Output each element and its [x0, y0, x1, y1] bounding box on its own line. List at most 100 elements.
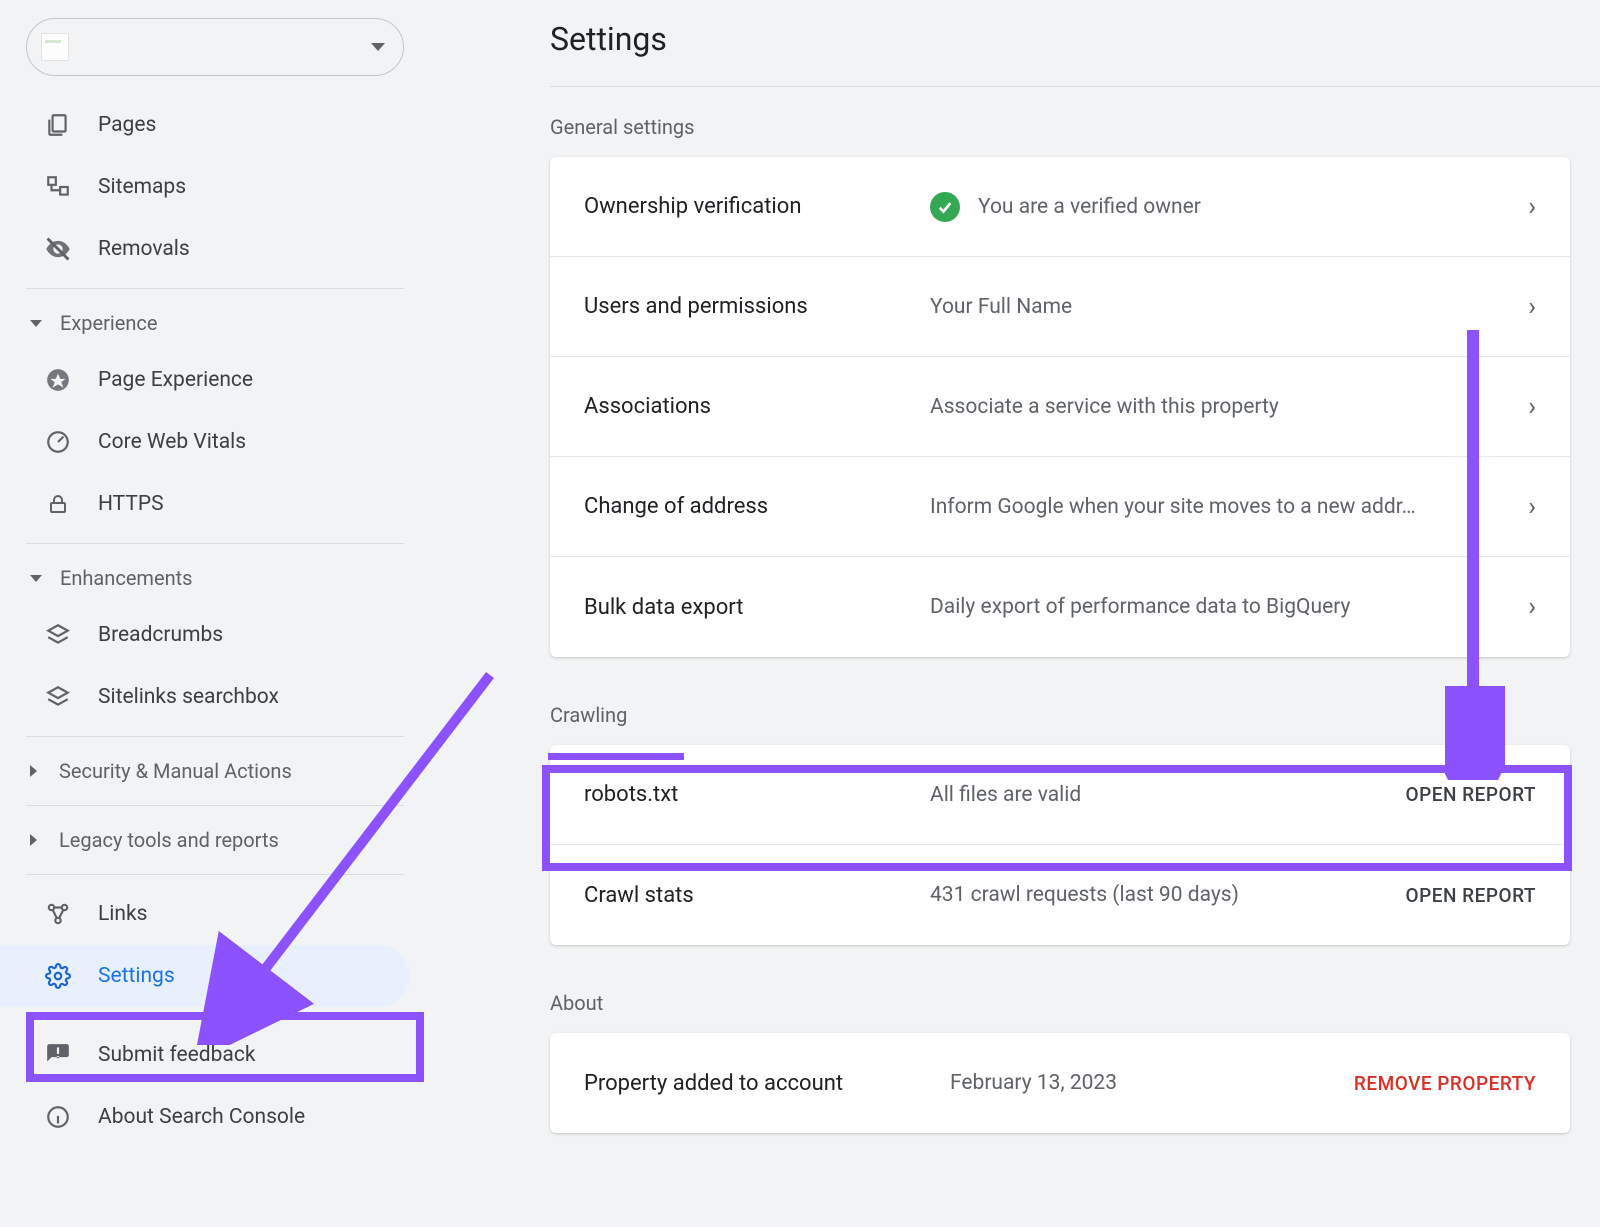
- sidebar-item-cwv[interactable]: Core Web Vitals: [0, 411, 430, 473]
- sidebar-heading-label: Experience: [60, 311, 158, 335]
- divider: [26, 874, 404, 875]
- settings-icon: [42, 963, 74, 989]
- chevron-right-icon: [30, 765, 37, 777]
- sitemaps-icon: [42, 174, 74, 200]
- sidebar-item-label: About Search Console: [98, 1105, 305, 1129]
- https-icon: [42, 492, 74, 516]
- sidebar-item-page-experience[interactable]: Page Experience: [0, 349, 430, 411]
- sidebar-item-label: Sitelinks searchbox: [98, 685, 279, 709]
- row-bulk-export[interactable]: Bulk data export Daily export of perform…: [550, 557, 1570, 657]
- sidebar-item-label: Pages: [98, 113, 156, 137]
- open-report-button[interactable]: Open report: [1406, 884, 1536, 907]
- sidebar-item-https[interactable]: HTTPS: [0, 473, 430, 535]
- sidebar: Pages Sitemaps Removals Experience Page …: [0, 0, 430, 1227]
- layers-icon: [42, 684, 74, 710]
- page-experience-icon: [42, 367, 74, 393]
- row-robots-txt[interactable]: robots.txt All files are valid Open repo…: [550, 745, 1570, 845]
- sidebar-heading-enhancements[interactable]: Enhancements: [0, 552, 430, 604]
- sidebar-item-feedback[interactable]: Submit feedback: [0, 1024, 430, 1086]
- chevron-right-icon: ›: [1528, 492, 1536, 522]
- row-label: robots.txt: [584, 782, 930, 807]
- sidebar-heading-label: Enhancements: [60, 566, 192, 590]
- divider: [26, 736, 404, 737]
- chevron-down-icon: [30, 575, 42, 582]
- property-selector[interactable]: [26, 18, 404, 76]
- sidebar-item-label: Breadcrumbs: [98, 623, 223, 647]
- row-users-permissions[interactable]: Users and permissions Your Full Name ›: [550, 257, 1570, 357]
- chevron-right-icon: ›: [1528, 392, 1536, 422]
- row-value: Associate a service with this property: [930, 395, 1518, 419]
- sidebar-item-breadcrumbs[interactable]: Breadcrumbs: [0, 604, 430, 666]
- row-property-added[interactable]: Property added to account February 13, 2…: [550, 1033, 1570, 1133]
- removals-icon: [42, 235, 74, 263]
- chevron-right-icon: ›: [1528, 292, 1536, 322]
- sidebar-item-label: Sitemaps: [98, 175, 186, 199]
- divider: [26, 288, 404, 289]
- sidebar-item-label: Removals: [98, 237, 190, 261]
- pages-icon: [42, 112, 74, 138]
- cwv-icon: [42, 429, 74, 455]
- sidebar-item-about[interactable]: About Search Console: [0, 1086, 430, 1148]
- layers-icon: [42, 622, 74, 648]
- row-value: Daily export of performance data to BigQ…: [930, 595, 1518, 619]
- open-report-button[interactable]: Open report: [1406, 783, 1536, 806]
- row-change-address[interactable]: Change of address Inform Google when you…: [550, 457, 1570, 557]
- about-card: Property added to account February 13, 2…: [550, 1033, 1570, 1133]
- row-value-text: You are a verified owner: [978, 195, 1201, 219]
- page-title: Settings: [550, 20, 1600, 58]
- row-associations[interactable]: Associations Associate a service with th…: [550, 357, 1570, 457]
- chevron-right-icon: ›: [1528, 192, 1536, 222]
- sidebar-heading-label: Legacy tools and reports: [59, 828, 279, 852]
- links-icon: [42, 901, 74, 927]
- sidebar-item-label: Links: [98, 902, 148, 926]
- row-value: You are a verified owner: [930, 192, 1518, 222]
- section-label-crawling: Crawling: [550, 703, 1600, 727]
- sidebar-item-links[interactable]: Links: [0, 883, 430, 945]
- sidebar-heading-legacy[interactable]: Legacy tools and reports: [0, 814, 430, 866]
- row-ownership-verification[interactable]: Ownership verification You are a verifie…: [550, 157, 1570, 257]
- divider: [550, 86, 1600, 87]
- main-content: Settings General settings Ownership veri…: [430, 0, 1600, 1227]
- row-value: Your Full Name: [930, 295, 1518, 319]
- row-label: Ownership verification: [584, 194, 930, 219]
- sidebar-item-label: Settings: [98, 964, 175, 988]
- row-crawl-stats[interactable]: Crawl stats 431 crawl requests (last 90 …: [550, 845, 1570, 945]
- row-label: Property added to account: [584, 1071, 950, 1096]
- sidebar-heading-label: Security & Manual Actions: [59, 759, 292, 783]
- sidebar-item-label: Submit feedback: [98, 1043, 255, 1067]
- sidebar-item-sitemaps[interactable]: Sitemaps: [0, 156, 430, 218]
- sidebar-item-sitelinks[interactable]: Sitelinks searchbox: [0, 666, 430, 728]
- remove-property-button[interactable]: Remove property: [1354, 1072, 1536, 1095]
- row-label: Users and permissions: [584, 294, 930, 319]
- property-favicon: [41, 33, 69, 61]
- verified-check-icon: [930, 192, 960, 222]
- section-label-about: About: [550, 991, 1600, 1015]
- row-value: February 13, 2023: [950, 1071, 1354, 1095]
- section-label-general: General settings: [550, 115, 1600, 139]
- row-label: Associations: [584, 394, 930, 419]
- sidebar-item-pages[interactable]: Pages: [0, 94, 430, 156]
- sidebar-item-label: Page Experience: [98, 368, 253, 392]
- divider: [26, 805, 404, 806]
- sidebar-item-label: HTTPS: [98, 492, 164, 516]
- row-value: Inform Google when your site moves to a …: [930, 495, 1518, 519]
- feedback-icon: [42, 1042, 74, 1068]
- crawling-card: robots.txt All files are valid Open repo…: [550, 745, 1570, 945]
- chevron-down-icon: [30, 320, 42, 327]
- sidebar-item-removals[interactable]: Removals: [0, 218, 430, 280]
- sidebar-item-settings[interactable]: Settings: [0, 945, 410, 1007]
- row-value: 431 crawl requests (last 90 days): [930, 883, 1406, 907]
- row-value: All files are valid: [930, 783, 1406, 807]
- chevron-right-icon: ›: [1528, 592, 1536, 622]
- chevron-down-icon: [371, 43, 385, 51]
- sidebar-heading-experience[interactable]: Experience: [0, 297, 430, 349]
- general-settings-card: Ownership verification You are a verifie…: [550, 157, 1570, 657]
- row-label: Crawl stats: [584, 883, 930, 908]
- sidebar-heading-security[interactable]: Security & Manual Actions: [0, 745, 430, 797]
- row-label: Bulk data export: [584, 595, 930, 620]
- row-label: Change of address: [584, 494, 930, 519]
- chevron-right-icon: [30, 834, 37, 846]
- info-icon: [42, 1104, 74, 1130]
- divider: [26, 1015, 404, 1016]
- sidebar-item-label: Core Web Vitals: [98, 430, 246, 454]
